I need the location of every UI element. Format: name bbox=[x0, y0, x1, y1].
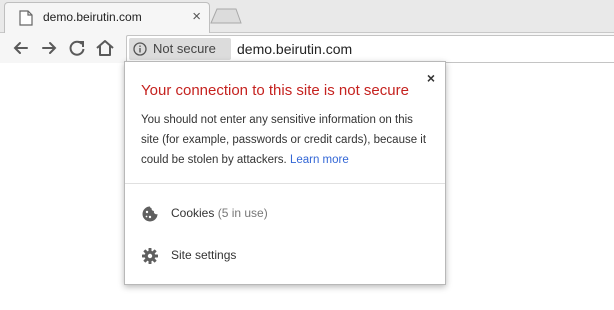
security-chip[interactable]: Not secure bbox=[129, 38, 231, 60]
back-arrow-icon[interactable] bbox=[10, 37, 32, 59]
cookies-count: (5 in use) bbox=[217, 206, 268, 220]
learn-more-link[interactable]: Learn more bbox=[290, 154, 349, 166]
cookies-label: Cookies (5 in use) bbox=[171, 206, 268, 220]
address-bar[interactable]: Not secure demo.beirutin.com bbox=[126, 35, 614, 63]
home-icon[interactable] bbox=[94, 37, 116, 59]
reload-icon[interactable] bbox=[66, 37, 88, 59]
cookie-icon bbox=[142, 206, 158, 222]
divider bbox=[125, 183, 445, 184]
tab-demo-beirutin[interactable]: demo.beirutin.com × bbox=[4, 2, 210, 33]
site-info-popup: × Your connection to this site is not se… bbox=[124, 61, 446, 285]
cookies-label-text: Cookies bbox=[171, 206, 215, 220]
tab-title: demo.beirutin.com bbox=[43, 10, 142, 24]
security-chip-label: Not secure bbox=[153, 41, 216, 56]
page-icon bbox=[19, 10, 33, 26]
close-icon[interactable]: × bbox=[427, 70, 435, 86]
tab-close-icon[interactable]: × bbox=[192, 8, 201, 26]
forward-arrow-icon[interactable] bbox=[38, 37, 60, 59]
popup-description: You should not enter any sensitive infor… bbox=[141, 110, 433, 170]
site-settings-label: Site settings bbox=[171, 248, 237, 262]
new-tab-button[interactable] bbox=[210, 8, 242, 24]
url-text[interactable]: demo.beirutin.com bbox=[237, 41, 352, 57]
cookies-row[interactable]: Cookies (5 in use) bbox=[125, 195, 445, 231]
popup-description-text: You should not enter any sensitive infor… bbox=[141, 114, 427, 166]
popup-title: Your connection to this site is not secu… bbox=[141, 82, 409, 99]
gear-icon bbox=[142, 248, 158, 264]
site-settings-row[interactable]: Site settings bbox=[125, 237, 445, 273]
info-icon bbox=[133, 42, 147, 56]
tab-strip: demo.beirutin.com × bbox=[0, 0, 614, 33]
browser-toolbar: Not secure demo.beirutin.com bbox=[0, 33, 614, 63]
